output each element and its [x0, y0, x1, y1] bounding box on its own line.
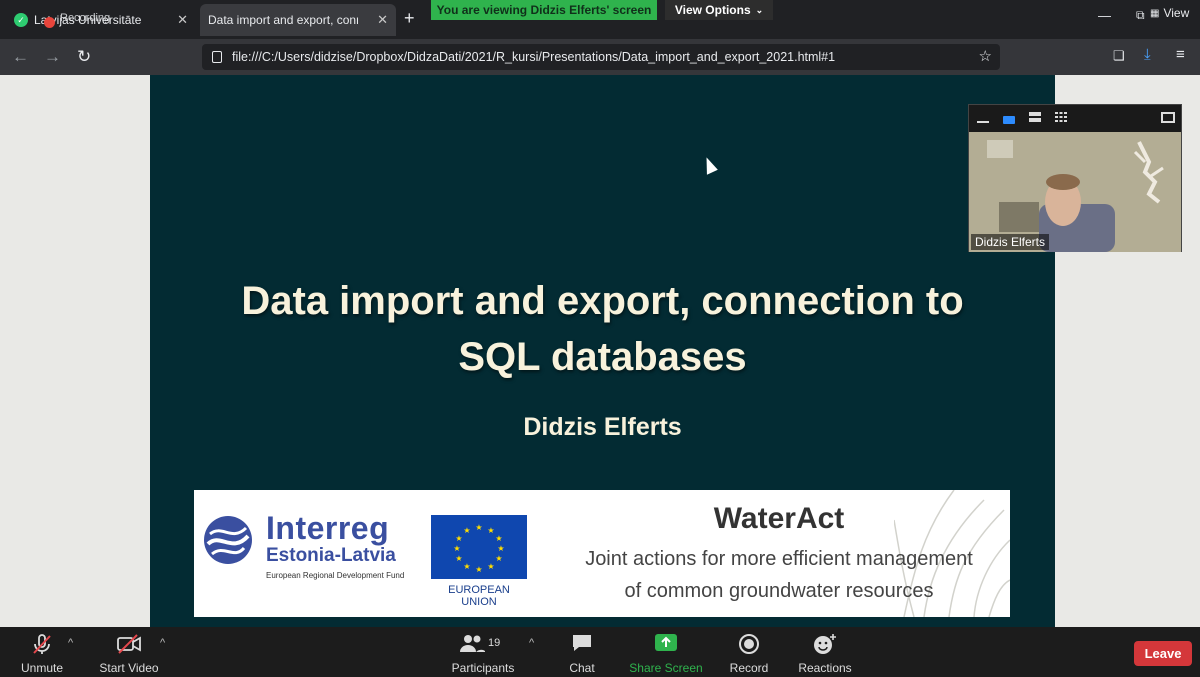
smiley-plus-icon: [814, 634, 836, 654]
minimize-icon[interactable]: —: [1098, 8, 1111, 23]
svg-text:★: ★: [453, 544, 460, 553]
chat-button[interactable]: Chat: [560, 633, 604, 677]
page-icon: [212, 51, 222, 63]
interreg-fund: European Regional Development Fund: [266, 571, 405, 580]
svg-text:★: ★: [455, 554, 462, 563]
strip-view-icon[interactable]: [1029, 112, 1041, 122]
project-banner: Interreg Estonia-Latvia European Regiona…: [194, 490, 1010, 617]
unmute-button[interactable]: Unmute: [12, 633, 72, 677]
slide-title-line: Data import and export, connection to: [241, 279, 964, 323]
download-icon[interactable]: ⤓: [1144, 46, 1151, 63]
video-thumbnail-panel[interactable]: Didzis Elferts: [968, 104, 1182, 252]
eu-flag-icon: ★ ★★ ★★★ ★★★ ★★★: [431, 515, 527, 579]
svg-text:★: ★: [495, 534, 502, 543]
share-screen-label: Share Screen: [629, 661, 703, 675]
project-subtitle-line: of common groundwater resources: [624, 580, 934, 602]
participant-video: Didzis Elferts: [969, 132, 1181, 252]
chat-label: Chat: [569, 661, 595, 675]
share-screen-button[interactable]: Share Screen: [628, 633, 704, 677]
speaker-view-icon[interactable]: [1003, 116, 1015, 124]
pocket-icon[interactable]: ❏: [1113, 48, 1125, 64]
view-options-button[interactable]: View Options ⌄: [665, 0, 773, 20]
restore-icon[interactable]: ⧉: [1136, 8, 1145, 23]
presentation-slide: Data import and export, connection to SQ…: [150, 75, 1055, 627]
leave-button[interactable]: Leave: [1134, 641, 1192, 666]
close-tab-icon[interactable]: ✕: [177, 12, 188, 28]
video-options-caret-icon[interactable]: ^: [160, 637, 165, 649]
video-panel-toolbar: [969, 105, 1181, 131]
close-tab-icon[interactable]: ✕: [377, 12, 388, 28]
record-label: Record: [729, 661, 769, 675]
view-options-label: View Options: [674, 3, 751, 17]
start-video-button[interactable]: Start Video: [96, 633, 162, 677]
view-button[interactable]: ▦ View: [1150, 6, 1189, 20]
chevron-down-icon: ⌄: [755, 4, 764, 15]
svg-text:★: ★: [463, 526, 470, 535]
reload-icon[interactable]: ↻: [77, 47, 91, 67]
view-label: View: [1163, 6, 1190, 20]
minimize-video-icon[interactable]: [977, 121, 989, 123]
grid-view-icon: ▦: [1150, 7, 1160, 19]
record-icon: [739, 634, 759, 654]
reactions-button[interactable]: Reactions: [796, 633, 854, 677]
project-subtitle-line: Joint actions for more efficient managem…: [585, 548, 973, 570]
reactions-label: Reactions: [798, 661, 852, 675]
browser-toolbar: ← → ↻ file:///C:/Users/didzise/Dropbox/D…: [0, 39, 1200, 75]
video-off-icon: [117, 634, 141, 654]
project-title: WaterAct: [713, 502, 845, 535]
participants-caret-icon[interactable]: ^: [529, 637, 534, 649]
start-video-label: Start Video: [99, 661, 159, 675]
participant-name-label: Didzis Elferts: [971, 234, 1050, 250]
viewing-screen-banner: You are viewing Didzis Elferts' screen: [431, 0, 657, 20]
participants-icon: [460, 635, 486, 652]
tab-latvijas-universitate[interactable]: ✓ Latvijas Universitāte Recording ✕: [4, 4, 196, 36]
slide-title: Data import and export, connection to SQ…: [150, 273, 1055, 385]
slide-author: Didzis Elferts: [523, 413, 682, 441]
svg-text:★: ★: [497, 544, 504, 553]
svg-text:★: ★: [495, 554, 502, 563]
new-tab-button[interactable]: +: [404, 8, 415, 29]
svg-text:★: ★: [475, 523, 482, 532]
svg-text:★: ★: [455, 534, 462, 543]
hamburger-menu-icon[interactable]: ≡: [1176, 46, 1185, 63]
svg-text:★: ★: [487, 562, 494, 571]
browser-tab-strip: ✓ Latvijas Universitāte Recording ✕ Data…: [0, 0, 1200, 39]
interreg-logo-icon: [204, 516, 252, 564]
back-arrow-icon[interactable]: ←: [12, 47, 29, 67]
interreg-name: Interreg: [266, 510, 390, 546]
svg-text:★: ★: [463, 562, 470, 571]
gallery-view-icon[interactable]: [1055, 112, 1067, 122]
meeting-controls-bar: Unmute ^ Start Video ^ 19 Participants ^…: [0, 627, 1200, 677]
interreg-region: Estonia-Latvia: [266, 545, 396, 566]
svg-text:★: ★: [487, 526, 494, 535]
slide-title-line: SQL databases: [458, 335, 747, 379]
muted-microphone-icon: [33, 634, 51, 654]
participants-button[interactable]: 19 Participants: [450, 633, 516, 677]
tab-title: Data import and export, connection: [208, 13, 358, 27]
chat-bubble-icon: [573, 635, 591, 651]
unmute-label: Unmute: [20, 661, 64, 675]
tab-data-import[interactable]: Data import and export, connection ✕: [200, 4, 396, 36]
mouse-cursor-icon: [700, 155, 718, 175]
record-button[interactable]: Record: [726, 633, 772, 677]
bookmark-star-icon[interactable]: ☆: [979, 47, 992, 65]
participants-count: 19: [488, 637, 501, 649]
svg-text:★: ★: [475, 565, 482, 574]
url-text: file:///C:/Users/didzise/Dropbox/DidzaDa…: [232, 50, 836, 64]
recording-icon: [44, 17, 55, 28]
forward-arrow-icon[interactable]: →: [44, 47, 61, 67]
popout-icon[interactable]: [1161, 112, 1175, 123]
share-screen-icon: [655, 634, 677, 651]
audio-options-caret-icon[interactable]: ^: [68, 637, 73, 649]
address-bar[interactable]: file:///C:/Users/didzise/Dropbox/DidzaDa…: [202, 44, 1000, 70]
shield-check-icon: ✓: [14, 13, 28, 27]
participants-label: Participants: [451, 661, 515, 675]
recording-label: Recording: [60, 12, 111, 24]
eu-label: EUROPEAN UNION: [448, 584, 510, 608]
